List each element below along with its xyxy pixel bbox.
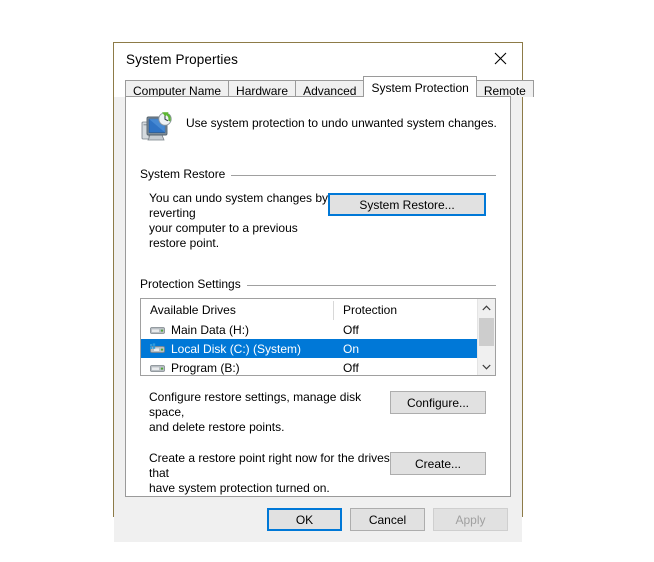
dialog-footer: OK Cancel Apply	[114, 497, 522, 542]
drive-name-cell: Program (B:)	[141, 361, 334, 375]
system-restore-icon	[141, 112, 172, 141]
apply-button: Apply	[433, 508, 508, 531]
group-rule	[246, 284, 496, 286]
scroll-up-icon[interactable]	[478, 299, 495, 316]
table-row[interactable]: Local Disk (C:) (System) On	[141, 339, 477, 358]
create-row: Create a restore point right now for the…	[140, 451, 496, 496]
configure-row: Configure restore settings, manage disk …	[140, 390, 496, 435]
close-x-glyph	[494, 52, 506, 64]
configure-description-line1: Configure restore settings, manage disk …	[149, 390, 362, 419]
configure-button[interactable]: Configure...	[390, 391, 486, 414]
system-restore-description-line2: your computer to a previous restore poin…	[149, 221, 298, 250]
drive-protection-label: On	[343, 341, 360, 356]
drive-name-label: Program (B:)	[171, 360, 240, 375]
intro-text: Use system protection to undo unwanted s…	[186, 116, 497, 130]
tab-computer-name[interactable]: Computer Name	[125, 80, 230, 98]
group-rule	[231, 174, 496, 176]
system-restore-row: You can undo system changes by reverting…	[140, 191, 496, 251]
protection-settings-group: Protection Settings Available Drives Pro…	[140, 277, 496, 496]
scroll-down-icon[interactable]	[478, 358, 495, 375]
system-properties-dialog: System Properties Computer Name Hardware…	[113, 42, 534, 542]
tab-page-system-protection: Use system protection to undo unwanted s…	[125, 96, 511, 497]
create-button[interactable]: Create...	[390, 452, 486, 475]
tab-remote[interactable]: Remote	[475, 80, 534, 98]
drive-name-label: Main Data (H:)	[171, 322, 250, 337]
cancel-button[interactable]: Cancel	[350, 508, 425, 531]
tab-advanced[interactable]: Advanced	[295, 80, 365, 98]
drive-list: Available Drives Protection Main Data (H…	[141, 299, 477, 375]
title-bar: System Properties	[114, 43, 522, 75]
scrollbar-thumb[interactable]	[479, 318, 494, 346]
column-header-available-drives[interactable]: Available Drives	[141, 300, 334, 320]
tab-system-protection[interactable]: System Protection	[363, 76, 477, 97]
chevron-down-icon	[482, 364, 491, 370]
tab-strip: Computer Name Hardware Advanced System P…	[114, 75, 534, 98]
intro-blurb: Use system protection to undo unwanted s…	[126, 97, 510, 143]
system-restore-group: System Restore You can undo system chang…	[140, 167, 496, 251]
column-header-protection[interactable]: Protection	[334, 303, 397, 317]
chevron-up-icon	[482, 304, 491, 310]
system-restore-description-line1: You can undo system changes by reverting	[149, 191, 329, 220]
drive-protection-label: Off	[343, 360, 359, 375]
drive-icon	[150, 326, 165, 334]
create-description: Create a restore point right now for the…	[140, 451, 390, 496]
system-restore-group-header: System Restore	[140, 167, 496, 181]
scrollbar-track[interactable]	[478, 316, 495, 358]
drive-list-header: Available Drives Protection	[141, 299, 477, 320]
tab-hardware[interactable]: Hardware	[228, 80, 297, 98]
drive-name-cell: Main Data (H:)	[141, 323, 334, 337]
create-description-line2: have system protection turned on.	[149, 481, 330, 495]
drive-name-label: Local Disk (C:) (System)	[171, 341, 302, 356]
protection-settings-group-header: Protection Settings	[140, 277, 496, 291]
configure-description-line2: and delete restore points.	[149, 420, 285, 434]
system-restore-description: You can undo system changes by reverting…	[140, 191, 328, 251]
drive-name-cell: Local Disk (C:) (System)	[141, 342, 334, 356]
drive-protection-label: Off	[343, 322, 359, 337]
ok-button[interactable]: OK	[267, 508, 342, 531]
available-drives-listbox[interactable]: Available Drives Protection Main Data (H…	[140, 298, 496, 376]
system-restore-group-label: System Restore	[140, 167, 226, 181]
window-title: System Properties	[126, 51, 238, 67]
table-row[interactable]: Program (B:) Off	[141, 358, 477, 375]
create-description-line1: Create a restore point right now for the…	[149, 451, 390, 480]
system-drive-icon	[150, 342, 165, 353]
protection-settings-group-label: Protection Settings	[140, 277, 241, 291]
vertical-scrollbar[interactable]	[477, 299, 495, 375]
close-icon[interactable]	[478, 43, 522, 73]
system-restore-button[interactable]: System Restore...	[328, 193, 486, 216]
table-row[interactable]: Main Data (H:) Off	[141, 320, 477, 339]
configure-description: Configure restore settings, manage disk …	[140, 390, 390, 435]
drive-icon	[150, 364, 165, 372]
